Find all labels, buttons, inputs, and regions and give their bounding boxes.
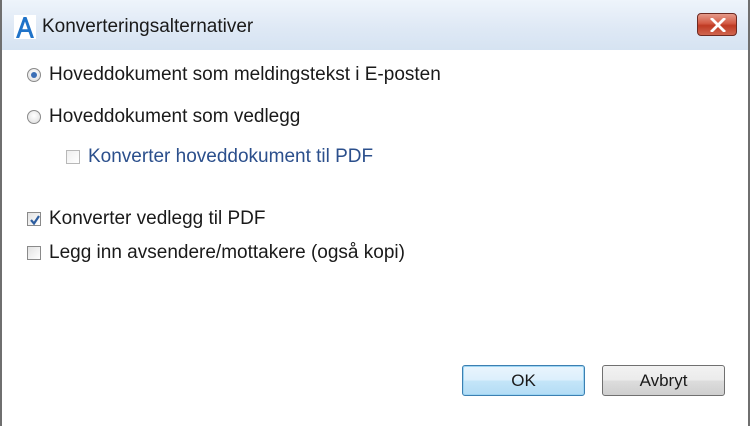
radio-button-selected[interactable]	[27, 68, 41, 82]
checkmark-icon	[30, 215, 40, 226]
radio-main-as-body-label: Hoveddokument som meldingstekst i E-post…	[49, 64, 441, 85]
checkbox-add-recipients[interactable]: Legg inn avsendere/mottakere (også kopi)	[27, 241, 405, 265]
cancel-button[interactable]: Avbryt	[602, 365, 725, 396]
add-recipients-label: Legg inn avsendere/mottakere (også kopi)	[49, 242, 405, 263]
ok-button[interactable]: OK	[462, 365, 585, 396]
conversion-options-dialog: Konverteringsalternativer Hoveddokument …	[0, 0, 750, 426]
dialog-title: Konverteringsalternativer	[42, 16, 254, 37]
convert-main-pdf-label: Konverter hoveddokument til PDF	[88, 146, 374, 167]
radio-main-as-body[interactable]: Hoveddokument som meldingstekst i E-post…	[27, 63, 441, 87]
checkbox[interactable]	[27, 246, 41, 260]
app-logo-icon	[14, 15, 36, 39]
radio-main-as-attachment[interactable]: Hoveddokument som vedlegg	[27, 105, 300, 129]
checkbox-convert-main-pdf[interactable]: Konverter hoveddokument til PDF	[66, 145, 373, 169]
close-button[interactable]	[697, 13, 737, 36]
radio-dot	[31, 72, 37, 78]
title-bar[interactable]: Konverteringsalternativer	[2, 0, 748, 50]
checkbox-convert-attachments-pdf[interactable]: Konverter vedlegg til PDF	[27, 207, 266, 231]
convert-attachments-pdf-label: Konverter vedlegg til PDF	[49, 208, 266, 229]
checkbox[interactable]	[66, 150, 80, 164]
radio-button[interactable]	[27, 110, 41, 124]
radio-main-as-attachment-label: Hoveddokument som vedlegg	[49, 106, 301, 127]
checkbox-checked[interactable]	[27, 212, 41, 226]
